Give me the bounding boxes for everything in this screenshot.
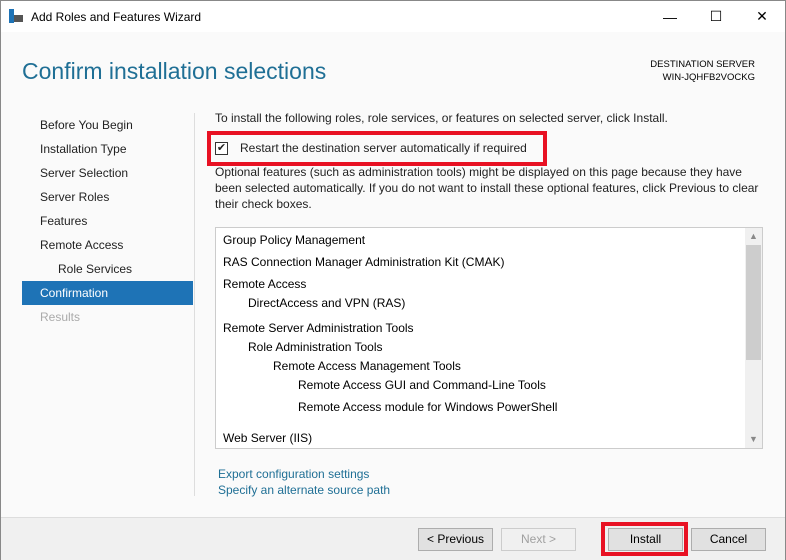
maximize-button[interactable]: ☐ (693, 1, 739, 32)
nav-server-roles[interactable]: Server Roles (22, 185, 193, 209)
nav-features[interactable]: Features (22, 209, 193, 233)
list-item: Remote Access GUI and Command-Line Tools (298, 378, 546, 392)
list-item: Remote Access module for Windows PowerSh… (298, 400, 558, 414)
list-item: Remote Access Management Tools (273, 359, 461, 373)
minimize-button[interactable]: — (647, 1, 693, 32)
page-title: Confirm installation selections (22, 58, 327, 84)
export-config-link[interactable]: Export configuration settings (218, 467, 369, 481)
list-item: Group Policy Management (223, 233, 366, 247)
server-manager-icon (9, 9, 23, 23)
instruction-text: To install the following roles, role ser… (215, 111, 668, 125)
nav-before-you-begin[interactable]: Before You Begin (22, 113, 193, 137)
divider (194, 113, 195, 496)
title-bar: Add Roles and Features Wizard — ☐ ✕ (1, 1, 785, 32)
nav-server-selection[interactable]: Server Selection (22, 161, 193, 185)
nav-role-services[interactable]: Role Services (22, 257, 193, 281)
scroll-up-icon[interactable]: ▲ (745, 228, 762, 245)
nav-installation-type[interactable]: Installation Type (22, 137, 193, 161)
list-item: Role Administration Tools (248, 340, 383, 354)
cancel-button[interactable]: Cancel (691, 528, 766, 551)
list-item: DirectAccess and VPN (RAS) (248, 296, 406, 310)
destination-server: DESTINATION SERVER WIN-JQHFB2VOCKG (650, 58, 755, 84)
list-item: Web Server (IIS) (223, 431, 313, 445)
scrollbar[interactable]: ▲ ▼ (745, 228, 762, 448)
next-button: Next > (501, 528, 576, 551)
nav-remote-access[interactable]: Remote Access (22, 233, 193, 257)
scrollbar-thumb[interactable] (746, 245, 761, 360)
list-item: Remote Access (223, 277, 307, 291)
optional-features-note: Optional features (such as administratio… (215, 165, 759, 211)
close-button[interactable]: ✕ (739, 1, 785, 32)
highlight-install (601, 522, 688, 556)
wizard-window: Add Roles and Features Wizard — ☐ ✕ Conf… (0, 0, 786, 560)
list-item: RAS Connection Manager Administration Ki… (223, 255, 505, 269)
destination-label: DESTINATION SERVER (650, 59, 755, 70)
list-item: Remote Server Administration Tools (223, 321, 414, 335)
features-list: Group Policy Management RAS Connection M… (215, 227, 763, 449)
nav-confirmation[interactable]: Confirmation (22, 281, 193, 305)
highlight-restart (207, 131, 547, 166)
nav-results: Results (40, 310, 81, 324)
previous-button[interactable]: < Previous (418, 528, 493, 551)
alternate-source-link[interactable]: Specify an alternate source path (218, 483, 390, 497)
wizard-nav: Before You Begin Installation Type Serve… (22, 113, 193, 329)
window-title: Add Roles and Features Wizard (31, 10, 202, 24)
destination-server-name: WIN-JQHFB2VOCKG (662, 72, 755, 83)
scroll-down-icon[interactable]: ▼ (745, 431, 762, 448)
